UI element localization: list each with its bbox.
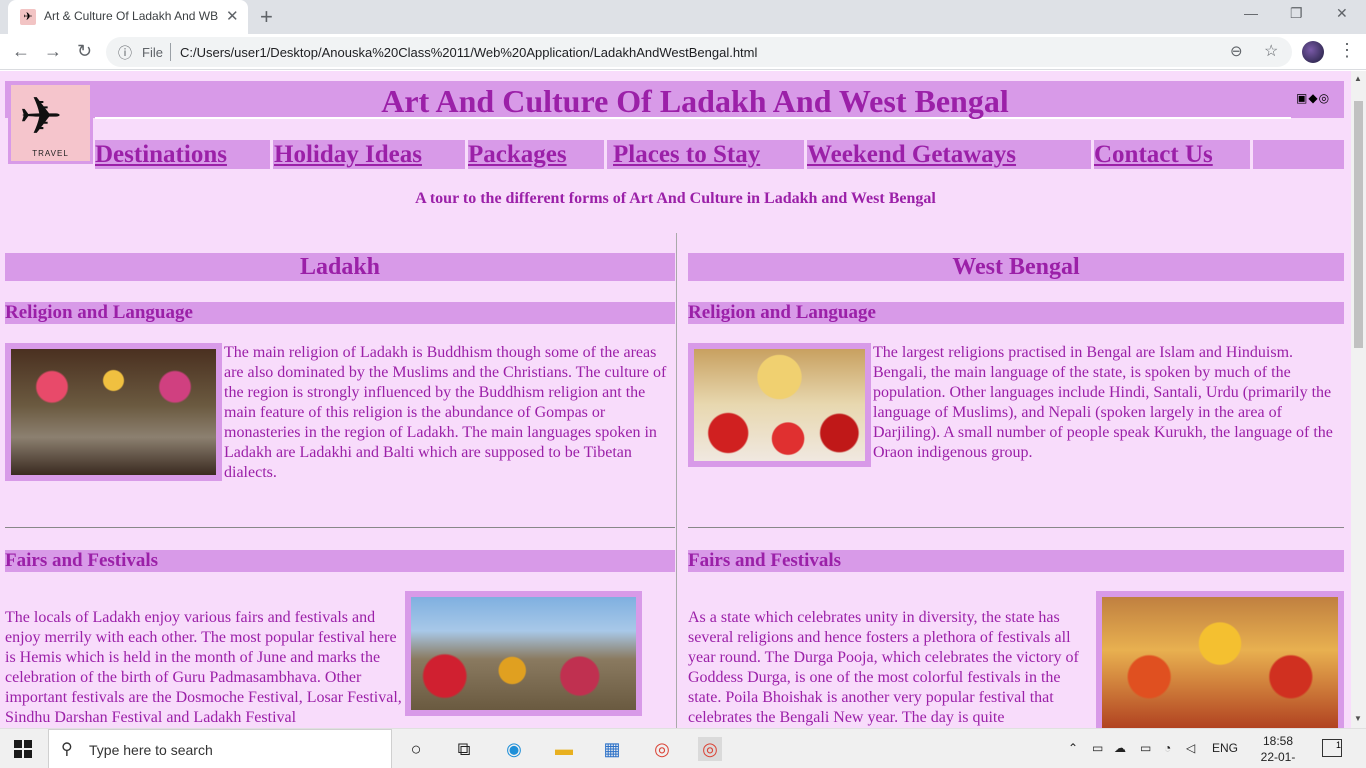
column-divider (676, 233, 677, 728)
language-indicator[interactable]: ENG (1212, 741, 1238, 755)
westbengal-religion-heading: Religion and Language (688, 302, 1344, 324)
address-separator (170, 43, 171, 61)
wifi-icon[interactable]: ◔ (1164, 741, 1171, 755)
ladakh-heading: Ladakh (5, 253, 675, 281)
westbengal-festivals-text: As a state which celebrates unity in div… (688, 609, 1079, 726)
twitter-icon[interactable]: ◆ (1308, 91, 1318, 105)
scroll-thumb[interactable] (1354, 101, 1363, 348)
profile-avatar[interactable] (1302, 41, 1324, 63)
info-icon[interactable]: ⓘ (118, 43, 132, 63)
tray-chevron-icon[interactable]: ⌃ (1068, 741, 1078, 755)
ladakh-religion-photo (5, 343, 222, 481)
nav-places-to-stay[interactable]: Places to Stay (613, 140, 807, 169)
taskbar-search[interactable]: ⚲ Type here to search (48, 729, 392, 768)
westbengal-religion-text: The largest religions practised in Benga… (873, 344, 1333, 461)
nav-destinations[interactable]: Destinations (95, 140, 273, 169)
westbengal-separator (688, 527, 1344, 528)
scroll-down-icon[interactable]: ▼ (1354, 714, 1362, 723)
nav-contact-us[interactable]: Contact Us (1094, 140, 1253, 169)
scroll-up-icon[interactable]: ▲ (1354, 74, 1362, 83)
system-clock[interactable]: 18:58 22-01-2021 (1248, 733, 1308, 768)
airplane-icon: ✈ (19, 88, 63, 146)
westbengal-heading: West Bengal (688, 253, 1344, 281)
windows-start-icon[interactable] (14, 740, 32, 758)
zoom-icon[interactable]: ⊖ (1230, 42, 1243, 60)
close-tab-icon[interactable]: ✕ (226, 7, 239, 25)
clock-date: 22-01-2021 (1260, 750, 1296, 768)
westbengal-religion-photo (688, 343, 871, 467)
minimize-button[interactable]: — (1244, 5, 1258, 21)
forward-button[interactable]: → (44, 41, 62, 62)
windows-taskbar: ⚲ Type here to search ○ ⧉ ◉ ▬ ▦ ◎ ◎ ⌃ ▭ … (0, 728, 1366, 768)
browser-menu-icon[interactable]: ⋮ (1338, 40, 1356, 61)
social-icons: ▣◆◎ (1296, 91, 1330, 105)
ladakh-festivals-photo (405, 591, 642, 716)
chrome-active-icon[interactable]: ◎ (698, 737, 722, 761)
ladakh-festivals-heading: Fairs and Festivals (5, 550, 675, 572)
url-text[interactable]: C:/Users/user1/Desktop/Anouska%20Class%2… (180, 45, 757, 60)
tab-title: Art & Culture Of Ladakh And WB (44, 9, 219, 23)
airplane-icon: ✈ (20, 9, 36, 25)
westbengal-festivals-heading: Fairs and Festivals (688, 550, 1344, 572)
logo-text: TRAVEL (32, 149, 69, 158)
cortana-icon[interactable]: ○ (404, 737, 428, 761)
ladakh-religion-text: The main religion of Ladakh is Buddhism … (224, 344, 667, 481)
tagline: A tour to the different forms of Art And… (415, 190, 936, 207)
search-placeholder: Type here to search (89, 742, 213, 758)
task-view-icon[interactable]: ⧉ (452, 737, 476, 761)
close-window-button[interactable]: ✕ (1336, 5, 1348, 22)
chrome-icon[interactable]: ◎ (650, 737, 674, 761)
instagram-icon[interactable]: ◎ (1319, 91, 1330, 105)
nav-weekend-getaways[interactable]: Weekend Getaways (807, 140, 1094, 169)
new-tab-button[interactable]: + (260, 4, 273, 30)
volume-icon[interactable]: ◁ (1186, 741, 1195, 755)
nav-holiday-ideas[interactable]: Holiday Ideas (274, 140, 468, 169)
page-scrollbar[interactable]: ▲ ▼ (1351, 71, 1366, 728)
clock-time: 18:58 (1262, 734, 1294, 748)
restore-button[interactable]: ❐ (1290, 5, 1303, 22)
file-explorer-icon[interactable]: ▬ (552, 737, 576, 761)
reload-button[interactable]: ↻ (77, 41, 92, 62)
nav-packages[interactable]: Packages (468, 140, 607, 169)
page-viewport: ✈ TRAVEL Art And Culture Of Ladakh And W… (0, 71, 1351, 728)
ladakh-separator (5, 527, 675, 528)
address-bar[interactable]: ⓘ File C:/Users/user1/Desktop/Anouska%20… (106, 37, 1292, 67)
browser-tab[interactable]: ✈ Art & Culture Of Ladakh And WB ✕ (8, 0, 248, 34)
battery-icon[interactable]: ▭ (1140, 741, 1151, 755)
meet-now-icon[interactable]: ▭ (1092, 741, 1103, 755)
browser-toolbar: ← → ↻ ⓘ File C:/Users/user1/Desktop/Anou… (0, 34, 1366, 70)
file-label: File (142, 45, 163, 60)
notifications-icon[interactable]: 1 (1322, 739, 1342, 757)
westbengal-festivals-photo (1096, 591, 1344, 728)
onedrive-icon[interactable]: ☁ (1114, 741, 1126, 755)
edge-icon[interactable]: ◉ (502, 737, 526, 761)
back-button[interactable]: ← (12, 41, 30, 62)
store-icon[interactable]: ▦ (600, 737, 624, 761)
facebook-icon[interactable]: ▣ (1296, 91, 1308, 105)
ladakh-festivals-text: The locals of Ladakh enjoy various fairs… (5, 609, 402, 726)
tab-strip: ✈ Art & Culture Of Ladakh And WB ✕ + — ❐… (0, 0, 1366, 34)
ladakh-religion-heading: Religion and Language (5, 302, 675, 324)
page-title: Art And Culture Of Ladakh And West Benga… (381, 83, 1009, 119)
search-icon: ⚲ (61, 741, 73, 758)
travel-logo[interactable]: ✈ TRAVEL (8, 82, 93, 164)
bookmark-star-icon[interactable]: ☆ (1264, 41, 1278, 61)
